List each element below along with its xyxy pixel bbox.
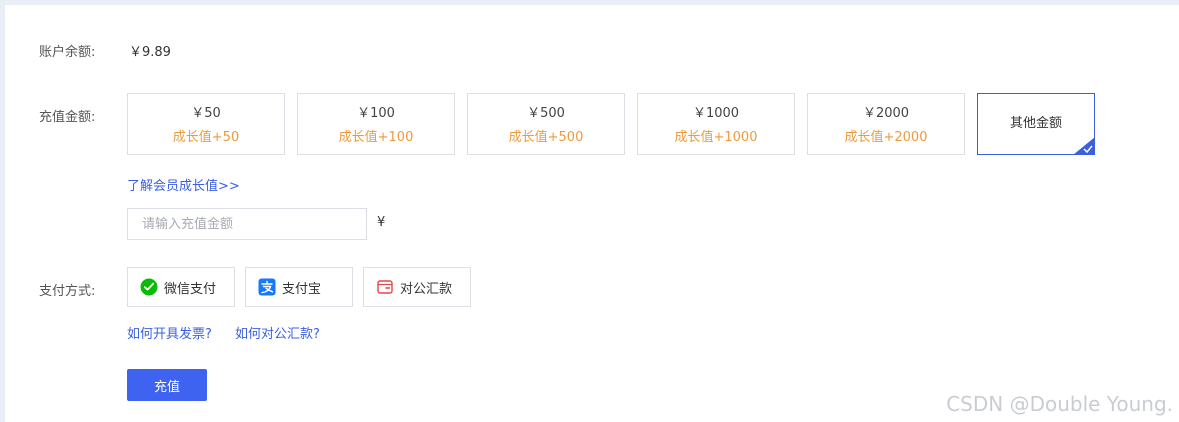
amount-option-other[interactable]: 其他金额 bbox=[977, 93, 1095, 155]
balance-value: ￥9.89 bbox=[129, 45, 171, 60]
alipay-icon bbox=[258, 278, 276, 296]
recharge-submit-button[interactable]: 充值 bbox=[127, 369, 207, 401]
pay-method-label: 对公汇款 bbox=[400, 281, 453, 297]
watermark-text: CSDN @Double Young. bbox=[946, 392, 1173, 416]
learn-growth-link[interactable]: 了解会员成长值>> bbox=[127, 175, 240, 194]
selected-check-icon bbox=[1073, 137, 1095, 155]
amount-price: ￥50 bbox=[191, 106, 221, 121]
pay-wechat-button[interactable]: 微信支付 bbox=[127, 267, 235, 307]
transfer-help-link[interactable]: 如何对公汇款? bbox=[235, 323, 320, 342]
currency-unit: ¥ bbox=[377, 215, 386, 230]
amount-growth: 成长值+500 bbox=[508, 130, 584, 145]
wallet-icon bbox=[376, 278, 394, 296]
custom-amount-input[interactable] bbox=[127, 208, 367, 240]
amount-growth: 成长值+2000 bbox=[844, 130, 928, 145]
recharge-amount-label: 充值金额: bbox=[39, 110, 96, 125]
amount-option-50[interactable]: ￥50 成长值+50 bbox=[127, 93, 285, 155]
amount-price: ￥100 bbox=[357, 106, 395, 121]
invoice-help-link[interactable]: 如何开具发票? bbox=[127, 323, 212, 342]
pay-method-label: 微信支付 bbox=[164, 281, 217, 297]
balance-label: 账户余额: bbox=[39, 45, 96, 60]
wechat-pay-icon bbox=[140, 278, 158, 296]
amount-option-500[interactable]: ￥500 成长值+500 bbox=[467, 93, 625, 155]
amount-growth: 成长值+100 bbox=[338, 130, 414, 145]
amount-growth: 成长值+1000 bbox=[674, 130, 758, 145]
amount-option-100[interactable]: ￥100 成长值+100 bbox=[297, 93, 455, 155]
pay-alipay-button[interactable]: 支付宝 bbox=[245, 267, 353, 307]
pay-method-label: 支付宝 bbox=[282, 281, 322, 297]
amount-option-2000[interactable]: ￥2000 成长值+2000 bbox=[807, 93, 965, 155]
pay-transfer-button[interactable]: 对公汇款 bbox=[363, 267, 471, 307]
payment-method-label: 支付方式: bbox=[39, 284, 96, 299]
amount-price: ￥1000 bbox=[692, 106, 740, 121]
amount-option-1000[interactable]: ￥1000 成长值+1000 bbox=[637, 93, 795, 155]
amount-growth: 成长值+50 bbox=[172, 130, 240, 145]
recharge-panel: 账户余额: ￥9.89 充值金额: ￥50 成长值+50 ￥100 成长值+10… bbox=[5, 5, 1179, 422]
amount-price: ￥500 bbox=[527, 106, 565, 121]
amount-price: ￥2000 bbox=[862, 106, 910, 121]
